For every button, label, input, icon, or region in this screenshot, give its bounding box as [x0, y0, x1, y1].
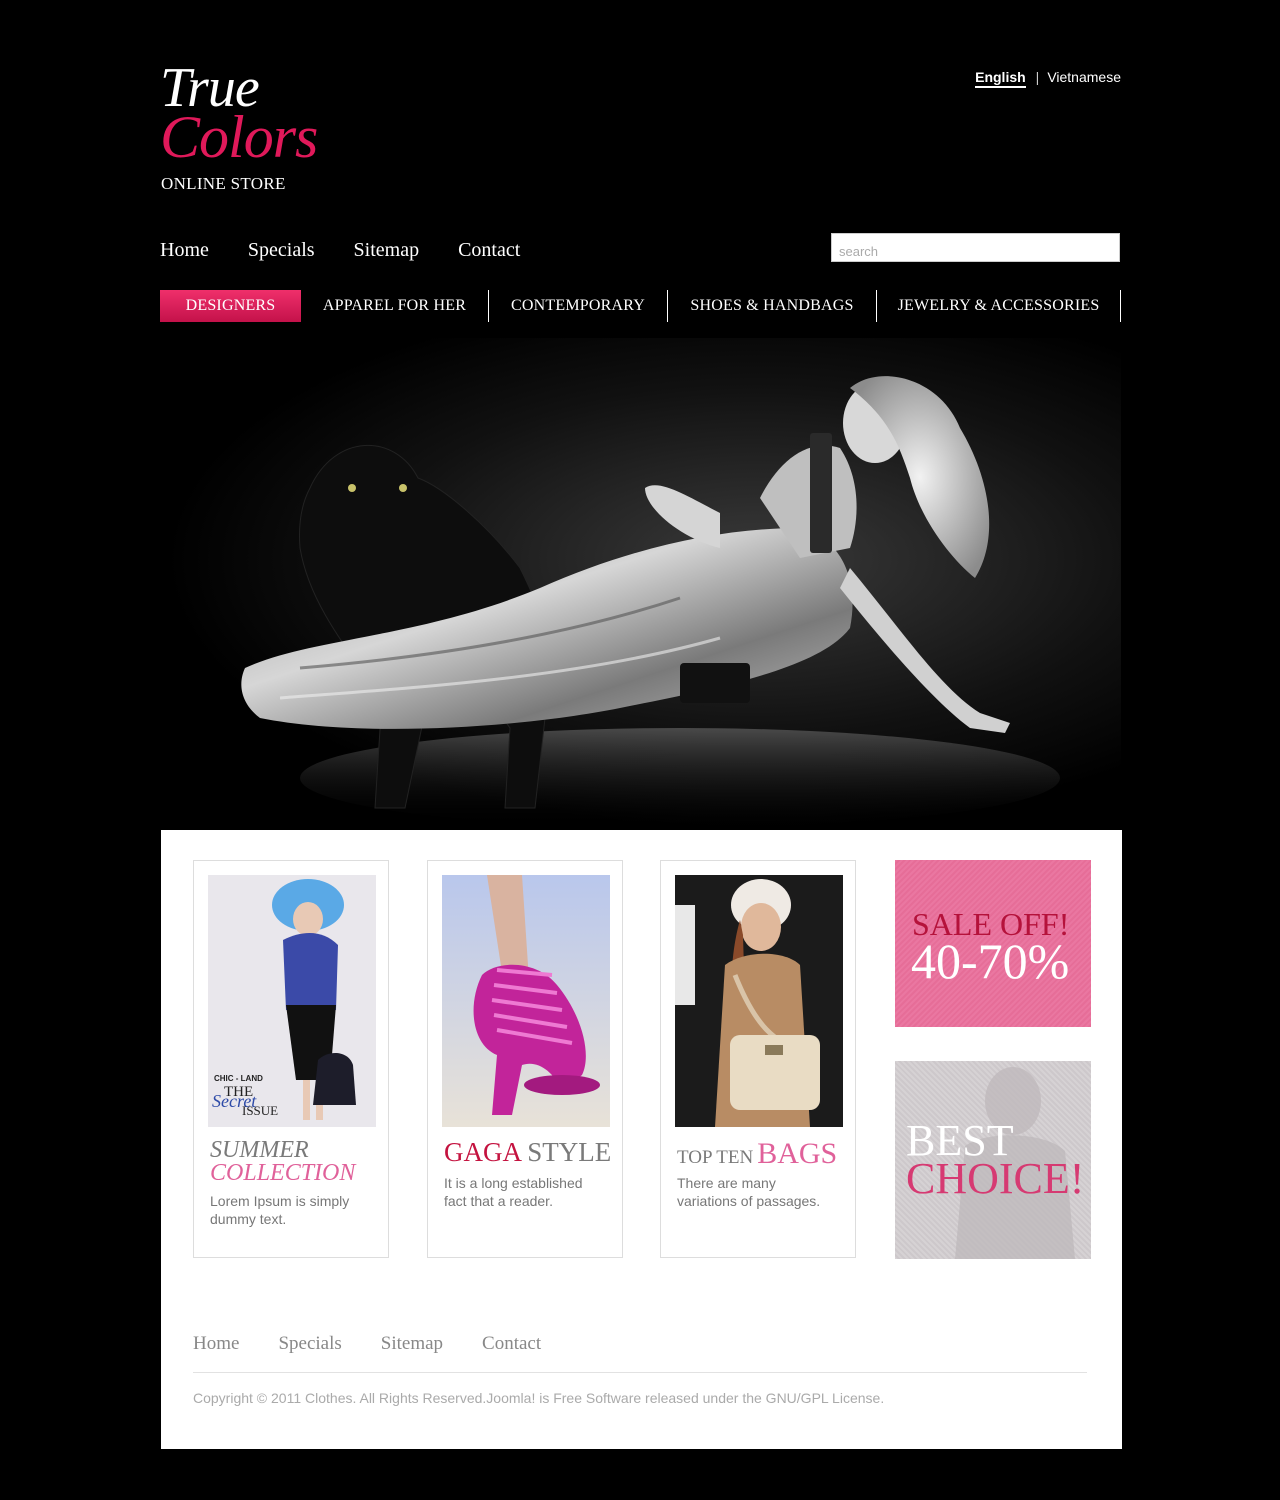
- search-input[interactable]: [832, 234, 1119, 261]
- top-nav-sitemap[interactable]: Sitemap: [354, 239, 420, 262]
- product-card-summer-collection[interactable]: CHIC - LAND THE Secret ISSUE SUMMER COLL…: [193, 860, 389, 1258]
- category-shoes-handbags[interactable]: SHOES & HANDBAGS: [668, 290, 877, 322]
- category-designers[interactable]: DESIGNERS: [160, 290, 301, 322]
- language-vietnamese-link[interactable]: Vietnamese: [1047, 69, 1121, 85]
- gaga-style-title-part2: STYLE: [527, 1137, 612, 1167]
- footer-divider: [193, 1372, 1087, 1373]
- logo-line-colors: Colors: [160, 104, 318, 170]
- footer-nav-contact[interactable]: Contact: [482, 1333, 541, 1355]
- language-switcher: English | Vietnamese: [975, 69, 1121, 88]
- hero-illustration: [241, 376, 1060, 828]
- search-box: [831, 233, 1120, 262]
- top-ten-bags-title: TOP TEN BAGS: [677, 1137, 847, 1171]
- summer-collection-illustration: CHIC - LAND THE Secret ISSUE: [208, 875, 376, 1127]
- top-ten-bags-title-part1: TOP TEN: [677, 1147, 754, 1168]
- gaga-style-title-part1: GAGA: [444, 1137, 521, 1167]
- category-jewelry-accessories[interactable]: JEWELRY & ACCESSORIES: [877, 290, 1121, 322]
- hero-banner[interactable]: [160, 338, 1121, 830]
- top-ten-bags-image[interactable]: [675, 875, 843, 1127]
- sale-off-percentage: 40-70%: [911, 933, 1070, 989]
- gaga-style-image[interactable]: [442, 875, 610, 1127]
- summer-collection-title-part2: COLLECTION: [210, 1160, 356, 1186]
- gaga-style-illustration: [442, 875, 610, 1127]
- category-bar: DESIGNERS APPAREL FOR HER CONTEMPORARY S…: [160, 290, 1121, 322]
- top-nav: Home Specials Sitemap Contact: [160, 239, 559, 262]
- magazine-issue: ISSUE: [242, 1103, 278, 1118]
- magazine-brand: CHIC - LAND: [214, 1074, 263, 1083]
- product-card-top-ten-bags[interactable]: TOP TEN BAGS There are many variations o…: [660, 860, 856, 1258]
- top-nav-home[interactable]: Home: [160, 239, 209, 262]
- content-area: CHIC - LAND THE Secret ISSUE SUMMER COLL…: [161, 830, 1122, 1449]
- best-choice-banner[interactable]: BEST CHOICE!: [895, 1061, 1091, 1259]
- logo-subtitle: ONLINE STORE: [161, 174, 286, 193]
- top-nav-specials[interactable]: Specials: [248, 239, 315, 262]
- top-ten-bags-illustration: [675, 875, 843, 1127]
- copyright-text: Copyright © 2011 Clothes. All Rights Res…: [193, 1390, 885, 1406]
- top-nav-contact[interactable]: Contact: [458, 239, 520, 262]
- summer-collection-title-part1: SUMMER: [210, 1137, 309, 1163]
- gaga-style-description: It is a long established fact that a rea…: [444, 1175, 583, 1209]
- footer-nav-specials[interactable]: Specials: [278, 1333, 341, 1355]
- footer-nav: Home Specials Sitemap Contact: [193, 1333, 580, 1355]
- gaga-style-title: GAGA STYLE: [444, 1137, 614, 1167]
- language-separator: |: [1035, 69, 1040, 85]
- category-contemporary[interactable]: CONTEMPORARY: [489, 290, 668, 322]
- summer-collection-title: SUMMER COLLECTION: [210, 1137, 380, 1186]
- summer-collection-image[interactable]: CHIC - LAND THE Secret ISSUE: [208, 875, 376, 1127]
- category-apparel-for-her[interactable]: APPAREL FOR HER: [301, 290, 489, 322]
- footer-nav-sitemap[interactable]: Sitemap: [381, 1333, 443, 1355]
- best-choice-line2: CHOICE!: [906, 1154, 1085, 1203]
- site-logo[interactable]: True Colors ONLINE STORE: [160, 60, 318, 194]
- language-english-link[interactable]: English: [975, 69, 1026, 88]
- product-card-gaga-style[interactable]: GAGA STYLE It is a long established fact…: [427, 860, 623, 1258]
- sale-off-banner[interactable]: SALE OFF! 40-70%: [895, 860, 1091, 1027]
- summer-collection-description: Lorem Ipsum is simply dummy text.: [210, 1193, 350, 1227]
- footer-nav-home[interactable]: Home: [193, 1333, 239, 1355]
- top-ten-bags-title-part2: BAGS: [757, 1137, 838, 1170]
- top-ten-bags-description: There are many variations of passages.: [677, 1175, 821, 1209]
